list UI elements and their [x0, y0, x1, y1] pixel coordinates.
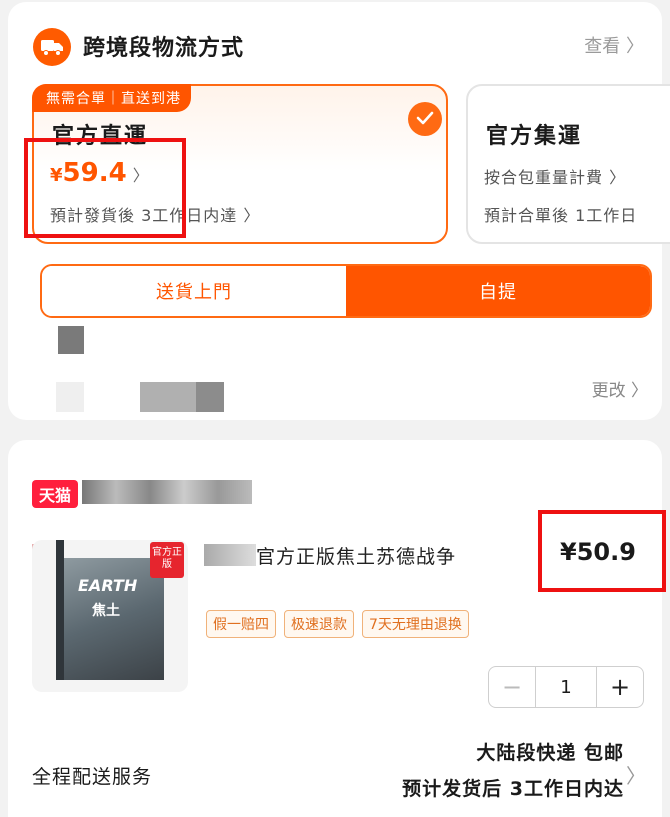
mainland-shipping-info[interactable]: 大陆段快递 包邮 [476, 738, 624, 765]
official-badge: 官方正版 [150, 542, 184, 578]
book-cover-subtitle: 焦土 [92, 603, 120, 619]
product-tags: 假一赔四 极速退款 7天无理由退换 [206, 610, 469, 638]
delivery-option-home[interactable]: 送貨上門 [42, 266, 346, 316]
change-address-link[interactable]: 更改 〉 [592, 376, 648, 401]
option-eta: 預計合單後 1工作日 [484, 206, 638, 225]
redacted-block [204, 544, 256, 566]
highlight-box [24, 138, 186, 238]
increase-button[interactable]: + [597, 667, 643, 707]
option-tag: 無需合單｜直送到港 [32, 84, 191, 112]
shipping-option-consolidated[interactable]: 官方集運 按合包重量計費 〉 預計合單後 1工作日 [466, 84, 670, 244]
decrease-button[interactable]: − [489, 667, 535, 707]
chevron-right-icon[interactable]: 〉 [626, 760, 646, 789]
quantity-stepper: − 1 + [488, 666, 644, 708]
quantity-value[interactable]: 1 [535, 667, 597, 707]
product-title[interactable]: 官方正版焦土苏德战争 [256, 542, 456, 569]
option-name: 官方集運 [486, 124, 583, 149]
book-cover-title: EARTH [78, 576, 138, 595]
redacted-block [56, 382, 84, 412]
return-tag: 7天无理由退换 [362, 610, 469, 638]
delivery-method-toggle: 送貨上門 自提 [40, 264, 652, 318]
refund-tag: 极速退款 [284, 610, 354, 638]
highlight-box [538, 510, 666, 592]
option-fee-line[interactable]: 按合包重量計費 〉 [484, 164, 626, 188]
tmall-logo: 天猫 [32, 480, 78, 508]
guarantee-tag: 假一赔四 [206, 610, 276, 638]
product-image[interactable]: EARTH 焦土 官方正版 [32, 540, 188, 692]
redacted-block [58, 326, 84, 354]
view-link[interactable]: 查看 〉 [584, 32, 644, 58]
book-spine [56, 540, 64, 680]
redacted-shop-name [82, 480, 252, 504]
check-icon [408, 102, 442, 136]
truck-icon [33, 28, 71, 66]
section-title: 跨境段物流方式 [83, 36, 245, 61]
redacted-block [196, 382, 224, 412]
delivery-option-pickup[interactable]: 自提 [346, 266, 650, 316]
delivery-service-label: 全程配送服务 [32, 766, 153, 788]
redacted-block [140, 382, 196, 412]
delivery-eta[interactable]: 预计发货后 3工作日内达 [402, 774, 624, 801]
